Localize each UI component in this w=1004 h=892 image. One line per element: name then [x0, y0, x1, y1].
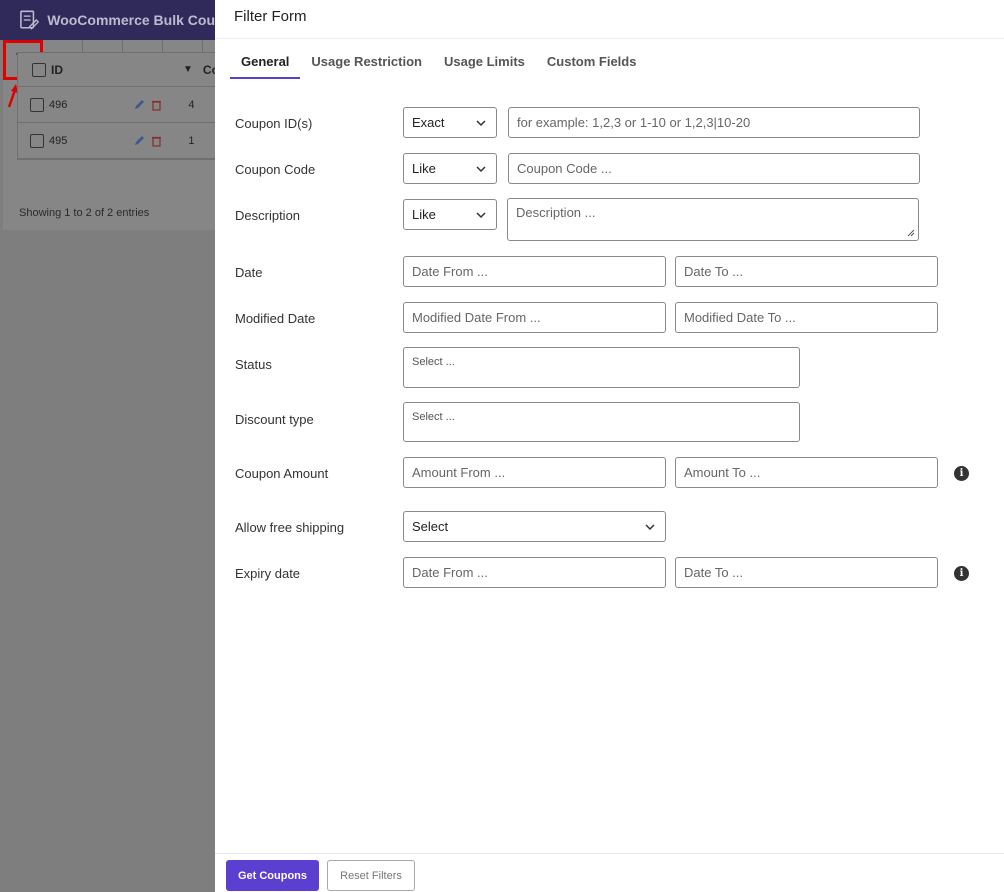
- description-placeholder: Description ...: [516, 205, 596, 220]
- divider: [215, 38, 1004, 39]
- tab-usage-restriction[interactable]: Usage Restriction: [300, 48, 433, 79]
- trash-icon[interactable]: [151, 135, 162, 147]
- discount-type-multiselect[interactable]: Select ...: [403, 402, 800, 442]
- expiry-date-label: Expiry date: [235, 566, 301, 581]
- filter-panel: Filter Form General Usage Restriction Us…: [215, 0, 1004, 892]
- date-label: Date: [235, 265, 263, 280]
- trash-icon[interactable]: [151, 99, 162, 111]
- app-title: WooCommerce Bulk Cou: [47, 12, 215, 28]
- expiry-date-to-input[interactable]: Date To ...: [675, 557, 938, 588]
- coupon-amount-label: Coupon Amount: [235, 466, 329, 481]
- description-textarea[interactable]: Description ...: [507, 198, 919, 241]
- coupon-ids-label: Coupon ID(s): [235, 116, 313, 131]
- discount-type-placeholder: Select ...: [412, 411, 455, 423]
- free-shipping-label: Allow free shipping: [235, 520, 345, 535]
- app-header: WooCommerce Bulk Cou: [0, 0, 215, 40]
- select-all-checkbox[interactable]: [32, 62, 46, 77]
- pencil-icon[interactable]: [133, 99, 145, 111]
- expiry-date-from-input[interactable]: Date From ...: [403, 557, 666, 588]
- pencil-icon[interactable]: [133, 135, 145, 147]
- table-row: 495 1: [18, 123, 215, 159]
- free-shipping-value: Select: [412, 519, 449, 534]
- info-icon[interactable]: i: [954, 566, 969, 581]
- tab-general[interactable]: General: [230, 48, 301, 79]
- tab-usage-limits[interactable]: Usage Limits: [433, 48, 536, 79]
- panel-footer: Get Coupons Reset Filters: [215, 853, 1004, 892]
- modified-date-from-input[interactable]: Modified Date From ...: [403, 302, 666, 333]
- date-from-input[interactable]: Date From ...: [403, 256, 666, 287]
- table-row: 496 4: [18, 87, 215, 123]
- modified-date-to-input[interactable]: Modified Date To ...: [675, 302, 938, 333]
- tab-custom-fields[interactable]: Custom Fields: [536, 48, 648, 79]
- status-label: Status: [235, 357, 272, 372]
- amount-to-input[interactable]: Amount To ...: [675, 457, 938, 488]
- header-id: ID: [51, 62, 63, 77]
- app-logo-icon: [20, 10, 40, 30]
- reset-filters-button[interactable]: Reset Filters: [327, 860, 415, 891]
- tab-bar: General Usage Restriction Usage Limits C…: [230, 48, 647, 79]
- date-to-input[interactable]: Date To ...: [675, 256, 938, 287]
- status-placeholder: Select ...: [412, 356, 455, 368]
- background-app: WooCommerce Bulk Cou ID ▼ C 496 4 495 1 …: [0, 0, 215, 892]
- description-label: Description: [235, 208, 301, 223]
- coupon-ids-operator-select[interactable]: Exact: [403, 107, 497, 138]
- coupon-code-input[interactable]: Coupon Code ...: [508, 153, 920, 184]
- discount-type-label: Discount type: [235, 412, 314, 427]
- row-id: 496: [49, 98, 68, 111]
- coupon-code-operator-value: Like: [412, 161, 436, 176]
- modified-date-label: Modified Date: [235, 311, 316, 326]
- coupon-code-label: Coupon Code: [235, 162, 316, 177]
- panel-title: Filter Form: [234, 8, 307, 25]
- status-multiselect[interactable]: Select ...: [403, 347, 800, 388]
- chevron-down-icon: [476, 165, 486, 172]
- coupon-table: ID ▼ Co 496 4 495 1: [17, 52, 215, 160]
- amount-from-input[interactable]: Amount From ...: [403, 457, 666, 488]
- chevron-down-icon: [476, 211, 486, 218]
- row-checkbox[interactable]: [30, 97, 44, 112]
- coupon-ids-input[interactable]: for example: 1,2,3 or 1-10 or 1,2,3|10-2…: [508, 107, 920, 138]
- get-coupons-button[interactable]: Get Coupons: [226, 860, 319, 891]
- table-info: Showing 1 to 2 of 2 entries: [19, 207, 150, 219]
- sort-icon[interactable]: ▼: [183, 64, 193, 75]
- info-icon[interactable]: i: [954, 466, 969, 481]
- description-operator-value: Like: [412, 207, 436, 222]
- row-code: 1: [188, 134, 195, 147]
- chevron-down-icon: [645, 523, 655, 530]
- row-code: 4: [188, 98, 195, 111]
- free-shipping-select[interactable]: Select: [403, 511, 666, 542]
- resize-handle-icon[interactable]: [907, 229, 915, 237]
- description-operator-select[interactable]: Like: [403, 199, 497, 230]
- coupon-code-operator-select[interactable]: Like: [403, 153, 497, 184]
- row-checkbox[interactable]: [30, 133, 44, 148]
- coupon-ids-operator-value: Exact: [412, 115, 445, 130]
- table-header: ID ▼ Co: [18, 53, 215, 87]
- chevron-down-icon: [476, 119, 486, 126]
- header-code: Co: [202, 62, 215, 77]
- row-id: 495: [49, 134, 68, 147]
